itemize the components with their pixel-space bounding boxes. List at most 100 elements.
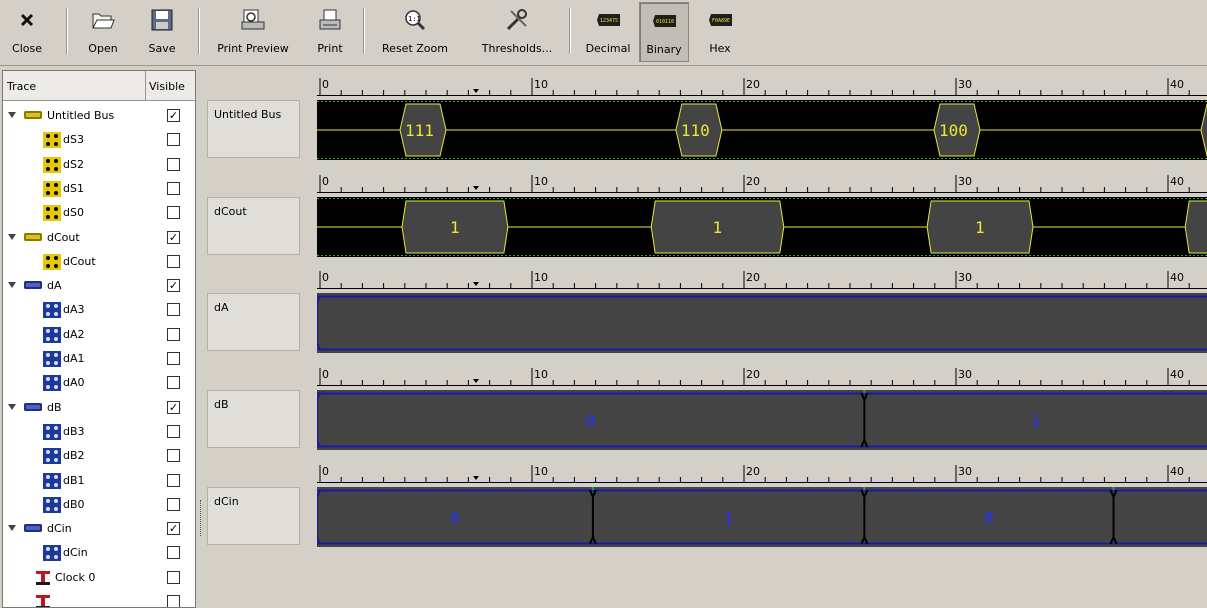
hex-button[interactable]: F0A89E Hex <box>698 2 742 62</box>
trace-row[interactable]: dB3 <box>3 420 195 444</box>
reset-zoom-button[interactable]: 1:1 Reset Zoom <box>374 2 456 62</box>
ruler-label: 40 <box>1170 465 1184 478</box>
trace-row[interactable]: Clock 0 <box>3 566 195 590</box>
signal-icon <box>43 375 61 392</box>
save-button[interactable]: Save <box>140 2 184 62</box>
visible-checkbox[interactable] <box>167 303 180 317</box>
toolbar-separator <box>198 8 200 54</box>
trace-row[interactable]: dB0 <box>3 493 195 517</box>
trace-row[interactable]: dS0 <box>3 201 195 225</box>
visible-column-header[interactable]: Visible <box>149 80 185 93</box>
cursor-marker-icon[interactable] <box>473 282 479 286</box>
visible-checkbox[interactable] <box>167 497 180 511</box>
visible-checkbox[interactable] <box>167 254 180 268</box>
signal-icon <box>43 423 61 440</box>
binary-button[interactable]: 010110 Binary <box>639 2 689 62</box>
visible-checkbox[interactable]: ✓ <box>167 522 180 536</box>
trace-row[interactable]: dS2 <box>3 153 195 177</box>
wave-background <box>317 293 1207 353</box>
visible-checkbox[interactable] <box>167 449 180 463</box>
visible-checkbox[interactable] <box>167 376 180 390</box>
trace-row[interactable]: dA2 <box>3 323 195 347</box>
close-button[interactable]: Close <box>4 2 50 62</box>
visible-checkbox[interactable] <box>167 352 180 365</box>
cursor-marker-icon[interactable] <box>473 186 479 190</box>
trace-name: dA2 <box>63 327 85 341</box>
trace-row[interactable]: Untitled Bus ✓ <box>3 104 195 128</box>
visible-checkbox[interactable]: ✓ <box>167 400 180 414</box>
visible-checkbox[interactable] <box>167 473 180 487</box>
cursor-marker-icon[interactable] <box>473 476 479 480</box>
waveform-untitled-bus[interactable]: 1111101001 <box>317 100 1207 160</box>
waveform-dcin[interactable]: 0 1 0 <box>317 487 1207 547</box>
wave-background <box>317 390 1207 450</box>
cursor-marker-icon[interactable] <box>473 379 479 383</box>
trace-label-box[interactable]: dA <box>207 293 300 351</box>
trace-row[interactable]: dCout ✓ <box>3 226 195 250</box>
ruler-label: 20 <box>746 368 760 381</box>
expand-toggle-icon[interactable] <box>8 112 16 118</box>
visible-checkbox[interactable] <box>167 570 180 584</box>
waveform-dcout[interactable]: 1 1 1 <box>317 197 1207 257</box>
pulse-value-cell[interactable] <box>1184 200 1207 254</box>
trace-row[interactable]: dA3 <box>3 298 195 322</box>
decimal-button[interactable]: 123475 Decimal <box>578 2 638 62</box>
expand-toggle-icon[interactable] <box>8 233 16 240</box>
expand-toggle-icon[interactable] <box>8 403 16 410</box>
close-icon <box>15 8 39 32</box>
visible-checkbox[interactable] <box>167 206 180 220</box>
visible-checkbox[interactable]: ✓ <box>167 109 180 122</box>
print-button[interactable]: Print <box>310 2 350 62</box>
pulse-value-label: 1 <box>713 218 723 237</box>
trace-name: dCin <box>63 546 88 560</box>
trace-row[interactable] <box>3 590 195 607</box>
trace-row[interactable]: dA1 <box>3 347 195 371</box>
trace-row[interactable]: dS1 <box>3 177 195 201</box>
visible-checkbox[interactable]: ✓ <box>167 279 180 293</box>
visible-checkbox[interactable] <box>167 595 180 607</box>
waveform-db[interactable]: 01 <box>317 390 1207 450</box>
ruler-label: 0 <box>322 368 329 381</box>
trace-row[interactable]: dCin <box>3 541 195 565</box>
visible-checkbox[interactable] <box>167 327 180 341</box>
trace-row[interactable]: dA ✓ <box>3 274 195 298</box>
trace-label-box[interactable]: dCin <box>207 487 300 545</box>
trace-row[interactable]: dS3 <box>3 128 195 152</box>
cursor-marker-icon[interactable] <box>473 89 479 93</box>
trace-column-header[interactable]: Trace <box>7 80 36 93</box>
waveform-da[interactable] <box>317 293 1207 353</box>
trace-name: Untitled Bus <box>47 109 115 122</box>
visible-checkbox[interactable] <box>167 546 180 560</box>
trace-label: dA <box>214 301 229 314</box>
visible-checkbox[interactable] <box>167 181 180 195</box>
trace-label-box[interactable]: Untitled Bus <box>207 100 300 158</box>
visible-checkbox[interactable]: ✓ <box>167 230 180 244</box>
trace-label-box[interactable]: dB <box>207 390 300 448</box>
visible-checkbox[interactable] <box>167 133 180 147</box>
signal-icon <box>43 132 61 149</box>
trace-row[interactable]: dB ✓ <box>3 396 195 420</box>
trace-row[interactable]: dCout <box>3 250 195 274</box>
ruler-label: 20 <box>746 175 760 188</box>
open-button[interactable]: Open <box>80 2 126 62</box>
pulse-value-label: 1 <box>450 218 460 237</box>
trace-row[interactable]: dA0 <box>3 371 195 395</box>
trace-name: dA <box>47 279 62 293</box>
splitter-grip[interactable] <box>200 500 201 536</box>
trace-row[interactable]: dB2 <box>3 444 195 468</box>
bus-icon <box>24 232 42 241</box>
trace-name: dCin <box>47 522 72 536</box>
column-divider[interactable] <box>145 71 146 101</box>
visible-checkbox[interactable] <box>167 157 180 171</box>
visible-checkbox[interactable] <box>167 424 180 438</box>
panel-splitter[interactable] <box>198 70 204 608</box>
trace-row[interactable]: dB1 <box>3 469 195 493</box>
trace-label-box[interactable]: dCout <box>207 197 300 255</box>
expand-toggle-icon[interactable] <box>8 282 16 289</box>
expand-toggle-icon[interactable] <box>8 525 16 532</box>
thresholds-button[interactable]: Thresholds... <box>474 2 560 62</box>
wave-value-label: 1 <box>1031 411 1041 430</box>
trace-row[interactable]: dCin ✓ <box>3 517 195 541</box>
print-preview-button[interactable]: Print Preview <box>210 2 296 62</box>
ruler-label: 30 <box>958 368 972 381</box>
